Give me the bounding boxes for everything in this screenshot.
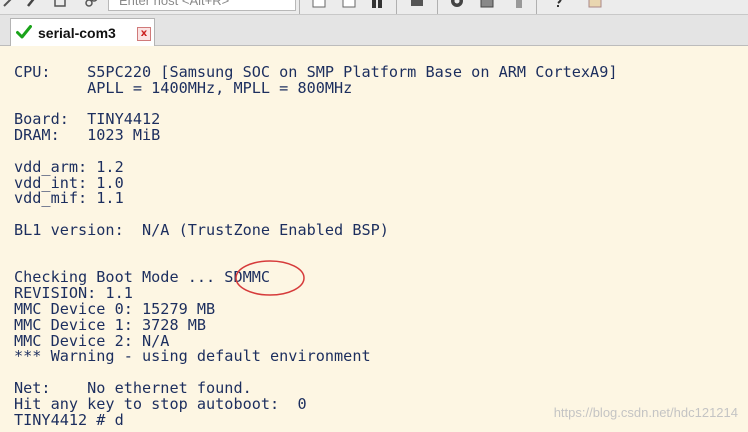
tab-strip: serial-com3 x <box>0 15 748 46</box>
tab-close-button[interactable]: x <box>137 27 151 41</box>
terminal-line: TINY4412 # d <box>14 410 124 429</box>
window-icon[interactable] <box>312 0 326 8</box>
gear-icon[interactable] <box>450 0 464 8</box>
terminal-line: MMC Device 2: N/A <box>14 331 170 350</box>
toolbar-separator <box>299 0 300 14</box>
terminal-output[interactable]: TINY4412 # d Hit any key to stop autoboot… <box>0 46 748 432</box>
chain-icon[interactable] <box>84 0 98 8</box>
terminal-line: Checking Boot Mode ... SDMMC <box>14 268 271 287</box>
help-icon[interactable] <box>551 0 565 8</box>
terminal-line: MMC Device 0: 15279 MB <box>14 300 216 318</box>
binoculars-icon[interactable] <box>370 0 384 8</box>
toolbar: Enter host <Alt+R> <box>0 0 748 15</box>
toolbar-separator <box>437 0 438 14</box>
lock-icon[interactable] <box>512 0 526 8</box>
annotation-circle <box>235 260 305 296</box>
terminal-line: vdd_int: 1.0 <box>14 173 124 192</box>
terminal-line: Board: TINY4412 <box>14 110 161 129</box>
toolbar-separator <box>536 0 537 14</box>
tab-serial-com3[interactable]: serial-com3 x <box>10 18 155 46</box>
terminal-line: vdd_arm: 1.2 <box>14 157 124 176</box>
host-input[interactable]: Enter host <Alt+R> <box>108 0 296 11</box>
tab-label: serial-com3 <box>38 25 116 41</box>
terminal-line: Net: No ethernet found. <box>14 379 252 397</box>
watermark: https://blog.csdn.net/hdc121214 <box>553 405 738 420</box>
reconnect-icon[interactable] <box>53 0 67 8</box>
pin-icon[interactable] <box>25 0 39 8</box>
toolbar-separator <box>396 0 397 14</box>
terminal-line: DRAM: 1023 MiB <box>14 126 161 145</box>
map-icon[interactable] <box>588 0 602 8</box>
terminal-line: *** Warning - using default environment <box>14 347 371 366</box>
terminal-line: APLL = 1400MHz, MPLL = 800MHz <box>14 78 353 97</box>
terminal-line: REVISION: 1.1 <box>14 284 133 303</box>
connected-check-icon <box>16 25 32 39</box>
terminal-line: vdd_mif: 1.1 <box>14 189 124 208</box>
print-icon[interactable] <box>410 0 424 8</box>
window-icon[interactable] <box>342 0 356 8</box>
terminal-line: Hit any key to stop autoboot: 0 <box>14 394 307 413</box>
link-icon[interactable] <box>2 0 16 8</box>
terminal-line: MMC Device 1: 3728 MB <box>14 315 207 334</box>
terminal-line: CPU: S5PC220 [Samsung SOC on SMP Platfor… <box>14 63 618 81</box>
keypad-icon[interactable] <box>480 0 494 8</box>
terminal-line: BL1 version: N/A (TrustZone Enabled BSP) <box>14 221 389 239</box>
